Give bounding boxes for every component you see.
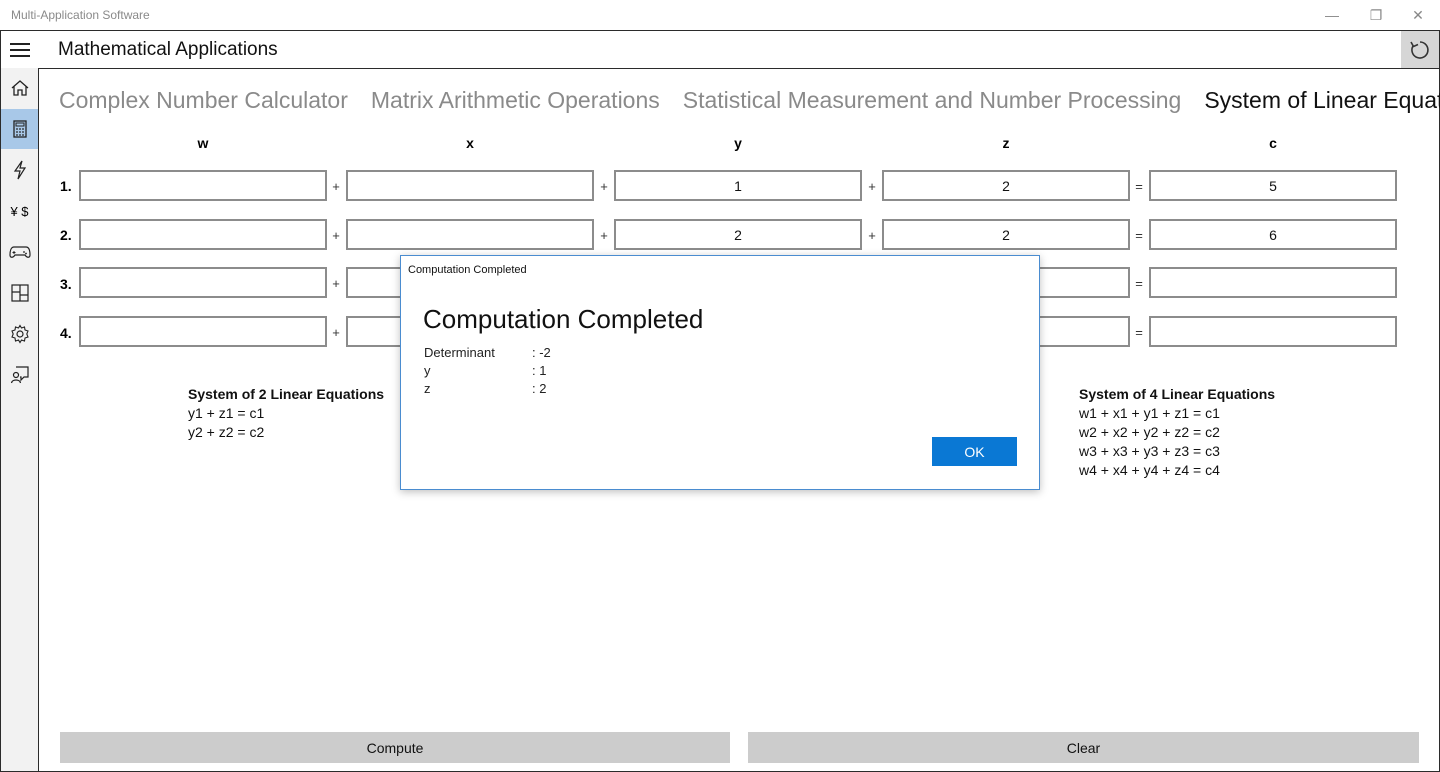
minimize-button[interactable]: — xyxy=(1310,0,1354,30)
y1-field[interactable] xyxy=(614,170,862,201)
hamburger-icon xyxy=(10,42,30,57)
tab-statistical[interactable]: Statistical Measurement and Number Proce… xyxy=(683,87,1182,114)
plus-sign: + xyxy=(600,228,608,243)
w3-field[interactable] xyxy=(79,267,327,298)
w1-field[interactable] xyxy=(79,170,327,201)
sidebar-item-calculator[interactable] xyxy=(1,109,38,149)
w4-field[interactable] xyxy=(79,316,327,347)
layout-icon xyxy=(10,284,29,302)
gamepad-icon xyxy=(8,246,31,258)
equation-line: y1 + z1 = c1 xyxy=(188,405,265,421)
refresh-icon xyxy=(1410,40,1429,59)
tab-complex-number[interactable]: Complex Number Calculator xyxy=(59,87,348,114)
system-2-description: System of 2 Linear Equations y1 + z1 = c… xyxy=(188,385,384,442)
equation-line: w4 + x4 + y4 + z4 = c4 xyxy=(1079,462,1220,478)
z1-field[interactable] xyxy=(882,170,1130,201)
system-4-description: System of 4 Linear Equations w1 + x1 + y… xyxy=(1079,385,1275,480)
ok-button[interactable]: OK xyxy=(932,437,1017,466)
w2-field[interactable] xyxy=(79,219,327,250)
equals-sign: = xyxy=(1135,325,1143,340)
sidebar-item-currency[interactable]: ¥ $ xyxy=(1,191,38,231)
plus-sign: + xyxy=(600,179,608,194)
column-header-x: x xyxy=(466,135,474,151)
c1-field[interactable] xyxy=(1149,170,1397,201)
x2-field[interactable] xyxy=(346,219,594,250)
result-key: y xyxy=(424,363,431,378)
minimize-icon: — xyxy=(1325,7,1339,23)
row-label: 1. xyxy=(60,178,72,194)
dialog-results: Determinant : -2 y : 1 z : 2 xyxy=(424,344,551,398)
system-4-header: System of 4 Linear Equations xyxy=(1079,386,1276,402)
column-header-c: c xyxy=(1269,135,1277,151)
sidebar: ¥ $ xyxy=(0,68,39,772)
clear-button[interactable]: Clear xyxy=(748,732,1419,763)
tab-strip: Complex Number Calculator Matrix Arithme… xyxy=(59,87,1440,114)
sidebar-item-home[interactable] xyxy=(1,68,38,108)
currency-icon: ¥ $ xyxy=(10,203,29,219)
compute-button[interactable]: Compute xyxy=(60,732,730,763)
column-header-z: z xyxy=(1002,135,1010,151)
plus-sign: + xyxy=(332,276,340,291)
sidebar-item-games[interactable] xyxy=(1,232,38,272)
sidebar-item-settings[interactable] xyxy=(1,314,38,354)
result-value: : 1 xyxy=(532,363,547,378)
result-value: : 2 xyxy=(532,381,547,396)
close-button[interactable]: ✕ xyxy=(1396,0,1440,30)
result-key: z xyxy=(424,381,431,396)
equals-sign: = xyxy=(1135,228,1143,243)
plus-sign: + xyxy=(868,179,876,194)
c2-field[interactable] xyxy=(1149,219,1397,250)
plus-sign: + xyxy=(332,325,340,340)
close-icon: ✕ xyxy=(1412,6,1424,23)
restore-icon: ❐ xyxy=(1369,6,1383,23)
row-label: 4. xyxy=(60,325,72,341)
tab-matrix-arithmetic[interactable]: Matrix Arithmetic Operations xyxy=(371,87,660,114)
app-header: Mathematical Applications xyxy=(0,30,1440,69)
equals-sign: = xyxy=(1135,276,1143,291)
restore-button[interactable]: ❐ xyxy=(1354,0,1398,30)
row-label: 2. xyxy=(60,227,72,243)
equation-line: w3 + x3 + y3 + z3 = c3 xyxy=(1079,443,1220,459)
plus-sign: + xyxy=(332,228,340,243)
hamburger-menu-button[interactable] xyxy=(1,31,39,68)
result-key: Determinant xyxy=(424,345,495,360)
plus-sign: + xyxy=(332,179,340,194)
gear-icon xyxy=(10,324,29,344)
c4-field[interactable] xyxy=(1149,316,1397,347)
page-title: Mathematical Applications xyxy=(58,39,278,60)
y2-field[interactable] xyxy=(614,219,862,250)
column-header-y: y xyxy=(734,135,742,151)
result-row: z : 2 xyxy=(424,380,551,398)
sidebar-item-layout[interactable] xyxy=(1,273,38,313)
home-icon xyxy=(11,80,28,96)
feedback-icon xyxy=(10,366,29,384)
c3-field[interactable] xyxy=(1149,267,1397,298)
sidebar-item-feedback[interactable] xyxy=(1,355,38,395)
plus-sign: + xyxy=(868,228,876,243)
computation-dialog: Computation Completed Computation Comple… xyxy=(400,255,1040,490)
equals-sign: = xyxy=(1135,179,1143,194)
result-row: y : 1 xyxy=(424,362,551,380)
system-2-header: System of 2 Linear Equations xyxy=(188,386,385,402)
column-header-w: w xyxy=(197,135,209,151)
sidebar-item-lightning[interactable] xyxy=(1,150,38,190)
window-titlebar: Multi-Application Software — ❐ ✕ xyxy=(0,0,1440,30)
dialog-caption: Computation Completed xyxy=(408,264,527,276)
tab-linear-equations[interactable]: System of Linear Equations xyxy=(1204,87,1440,114)
calculator-icon xyxy=(12,120,27,138)
result-row: Determinant : -2 xyxy=(424,344,551,362)
z2-field[interactable] xyxy=(882,219,1130,250)
equation-line: w2 + x2 + y2 + z2 = c2 xyxy=(1079,424,1220,440)
result-value: : -2 xyxy=(532,345,551,360)
window-title: Multi-Application Software xyxy=(11,8,150,22)
equation-line: w1 + x1 + y1 + z1 = c1 xyxy=(1079,405,1220,421)
dialog-title: Computation Completed xyxy=(423,304,704,334)
lightning-icon xyxy=(13,160,26,180)
equation-line: y2 + z2 = c2 xyxy=(188,424,265,440)
refresh-button[interactable] xyxy=(1401,31,1439,68)
row-label: 3. xyxy=(60,276,72,292)
x1-field[interactable] xyxy=(346,170,594,201)
